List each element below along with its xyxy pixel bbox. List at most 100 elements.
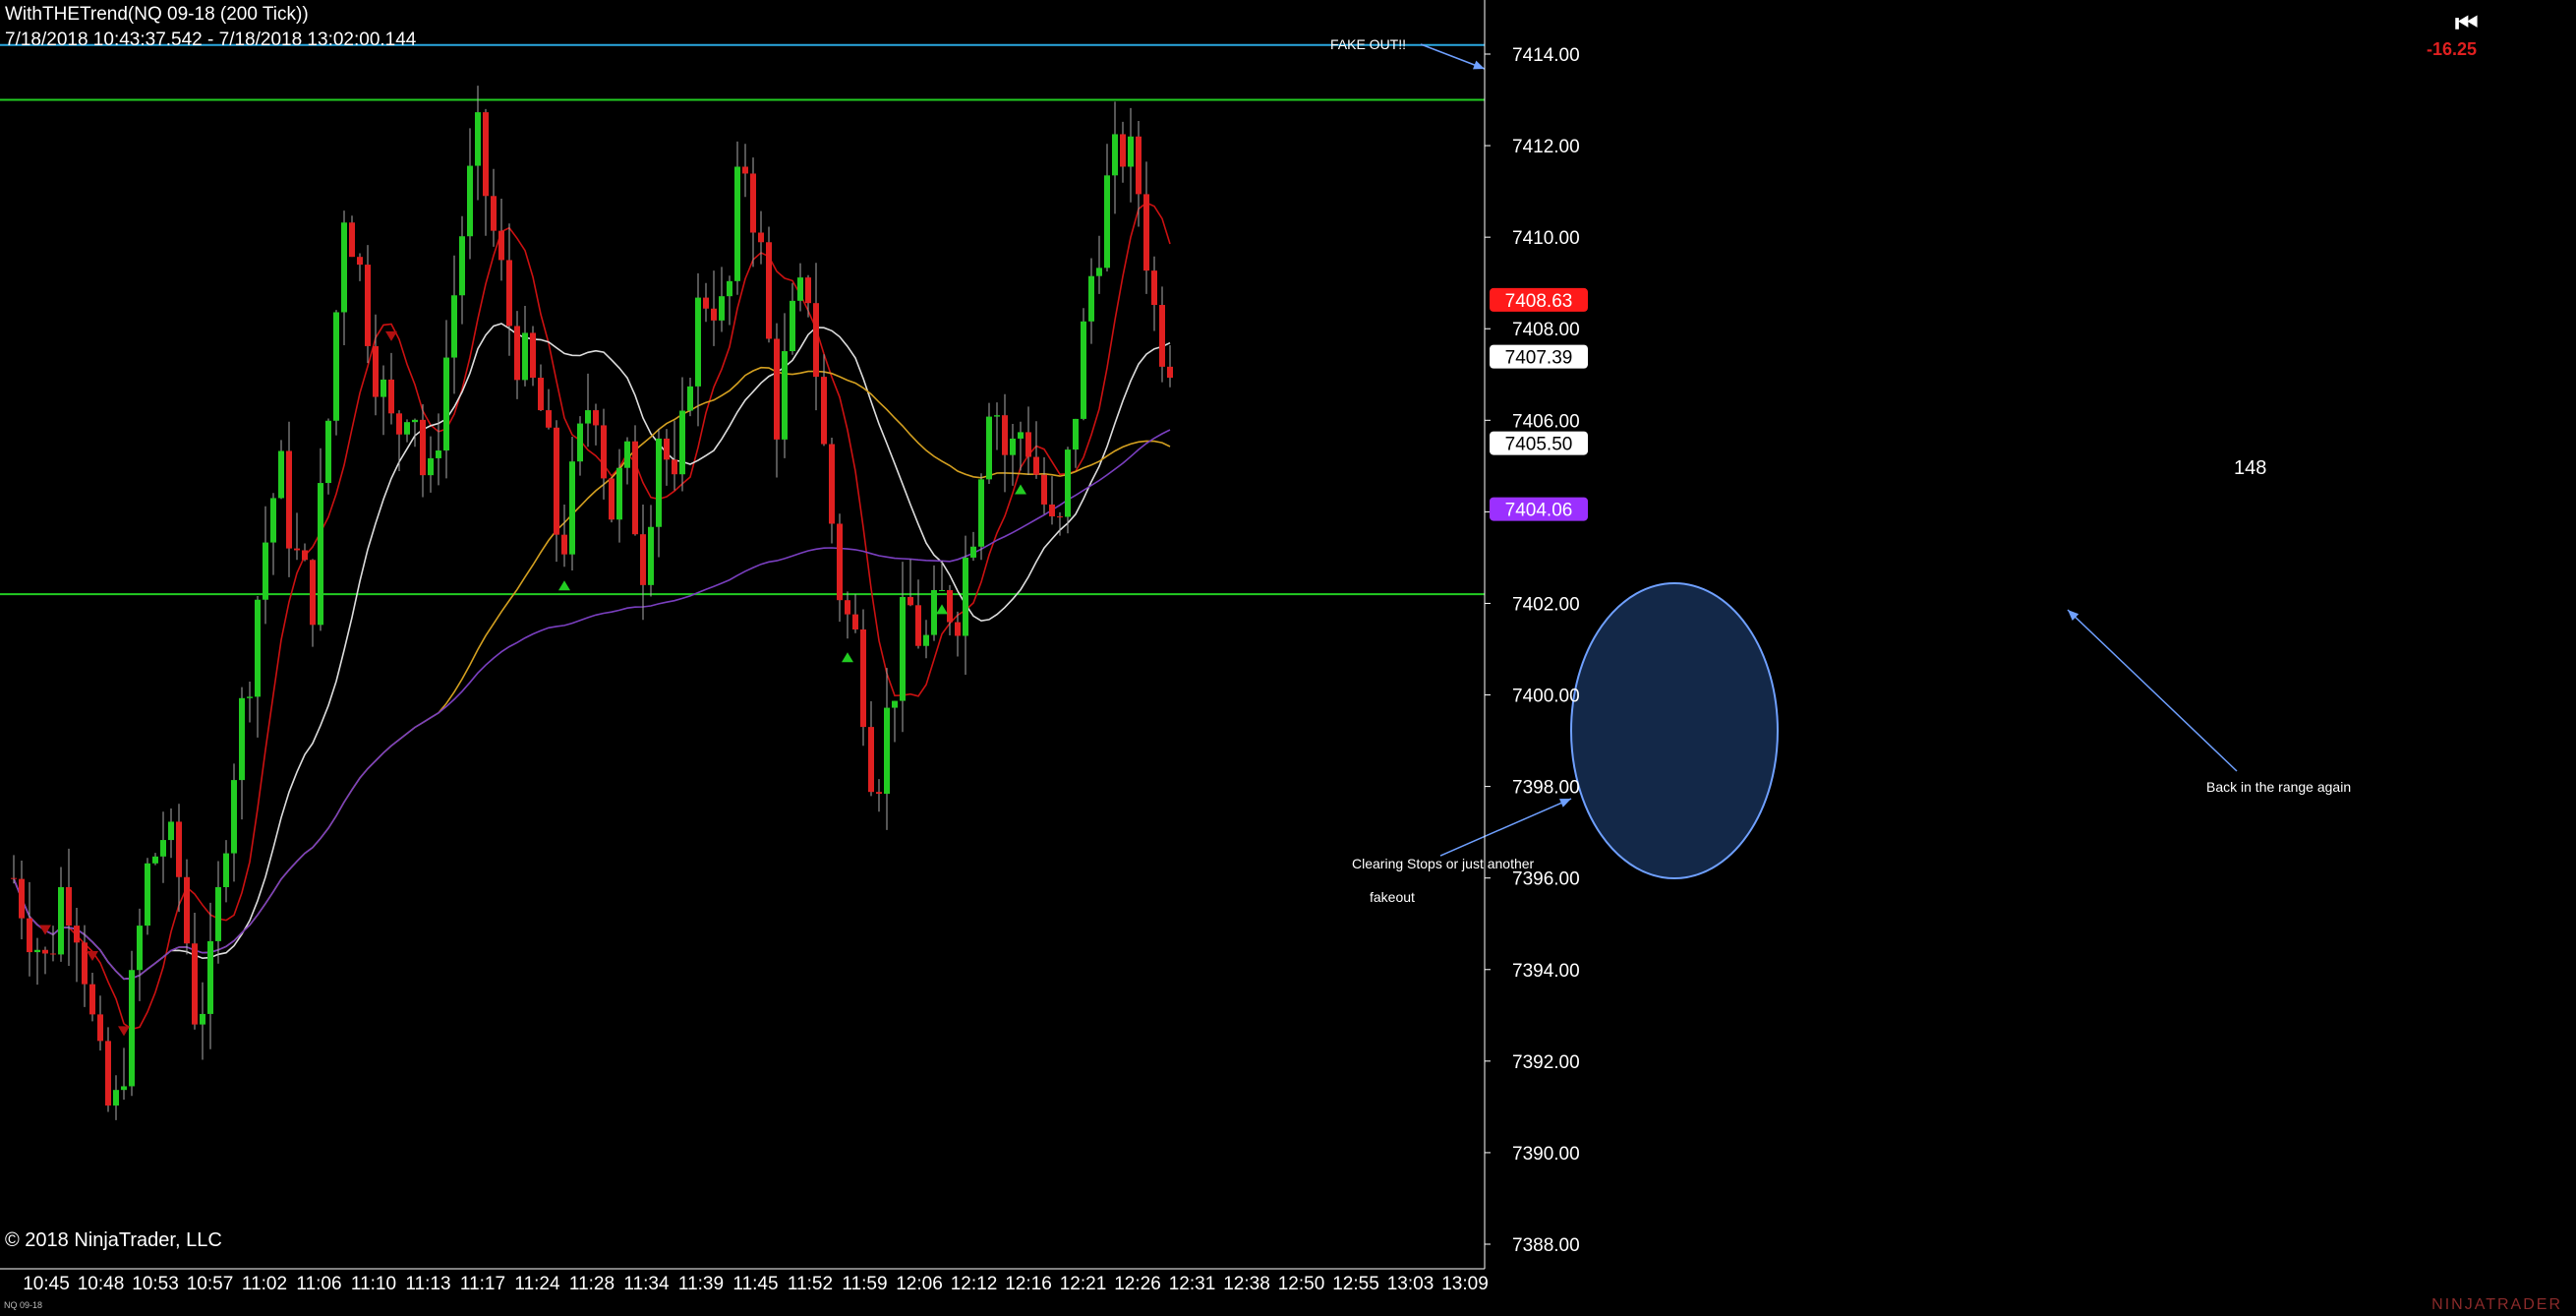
candle-body[interactable] (821, 377, 827, 445)
candle-body[interactable] (498, 230, 504, 261)
candle-body[interactable] (160, 840, 166, 857)
candle-body[interactable] (1033, 456, 1039, 475)
candle-body[interactable] (1041, 474, 1047, 505)
candle-body[interactable] (711, 308, 717, 321)
candle-body[interactable] (1128, 136, 1134, 167)
candle-body[interactable] (860, 628, 866, 728)
candle-body[interactable] (19, 878, 25, 919)
candle-body[interactable] (640, 534, 646, 585)
candle-body[interactable] (168, 821, 174, 841)
candle-body[interactable] (1096, 268, 1102, 276)
candle-body[interactable] (1088, 275, 1094, 322)
candle-body[interactable] (829, 444, 835, 524)
candle-body[interactable] (1104, 175, 1110, 269)
candle-body[interactable] (963, 557, 968, 636)
candle-body[interactable] (113, 1090, 119, 1106)
candle-body[interactable] (1081, 321, 1086, 419)
candle-body[interactable] (278, 450, 284, 499)
candle-body[interactable] (876, 792, 882, 795)
candle-body[interactable] (758, 232, 764, 243)
candle-body[interactable] (845, 600, 850, 615)
candle-body[interactable] (443, 357, 449, 451)
candle-body[interactable] (978, 479, 984, 547)
candle-body[interactable] (514, 326, 520, 381)
candle-body[interactable] (349, 222, 355, 258)
candle-body[interactable] (483, 112, 489, 197)
highlight-ellipse[interactable] (1570, 582, 1779, 879)
candle-body[interactable] (892, 700, 898, 708)
candle-body[interactable] (66, 887, 72, 927)
candle-body[interactable] (176, 821, 182, 877)
candle-body[interactable] (294, 548, 300, 551)
candle-body[interactable] (270, 498, 276, 543)
candle-body[interactable] (325, 420, 331, 484)
candle-body[interactable] (742, 166, 748, 174)
candle-body[interactable] (805, 277, 811, 304)
candle-body[interactable] (837, 523, 843, 601)
candle-body[interactable] (184, 876, 190, 944)
candle-body[interactable] (475, 112, 481, 166)
candle-body[interactable] (263, 542, 268, 600)
candle-body[interactable] (428, 457, 434, 476)
candle-body[interactable] (341, 222, 347, 313)
candle-body[interactable] (632, 441, 638, 535)
candle-body[interactable] (790, 300, 795, 352)
candle-body[interactable] (915, 605, 921, 646)
candle-body[interactable] (11, 877, 17, 879)
candle-body[interactable] (357, 257, 363, 266)
candle-body[interactable] (1120, 134, 1126, 167)
candle-body[interactable] (1143, 194, 1149, 271)
candle-body[interactable] (404, 422, 410, 435)
candle-body[interactable] (868, 727, 874, 793)
candle-body[interactable] (939, 589, 945, 591)
candle-body[interactable] (436, 450, 441, 458)
candle-body[interactable] (1002, 415, 1008, 455)
candle-body[interactable] (215, 887, 221, 941)
candle-body[interactable] (727, 280, 732, 297)
candle-body[interactable] (223, 853, 229, 887)
annotation-arrow[interactable] (2067, 609, 2238, 772)
candle-body[interactable] (310, 560, 316, 626)
candle-body[interactable] (970, 546, 976, 558)
candle-body[interactable] (664, 438, 670, 460)
candle-body[interactable] (561, 534, 567, 555)
candle-body[interactable] (231, 780, 237, 854)
candle-body[interactable] (200, 1013, 205, 1025)
candle-body[interactable] (955, 622, 961, 636)
candle-body[interactable] (27, 918, 32, 953)
candle-body[interactable] (900, 596, 906, 701)
candle-body[interactable] (931, 589, 937, 635)
candle-body[interactable] (451, 295, 457, 358)
candle-body[interactable] (679, 410, 685, 475)
candle-body[interactable] (624, 441, 630, 468)
candle-body[interactable] (813, 303, 819, 378)
candle-body[interactable] (774, 338, 780, 440)
candle-body[interactable] (1025, 432, 1031, 457)
candle-body[interactable] (1018, 432, 1024, 439)
candle-body[interactable] (766, 242, 772, 339)
candle-body[interactable] (459, 236, 465, 296)
candle-body[interactable] (884, 707, 890, 795)
candle-body[interactable] (82, 942, 88, 985)
candle-body[interactable] (286, 450, 292, 549)
candle-body[interactable] (734, 166, 740, 281)
candle-body[interactable] (530, 332, 536, 379)
candle-body[interactable] (947, 589, 953, 623)
candle-body[interactable] (381, 379, 386, 397)
candle-body[interactable] (145, 863, 150, 927)
candle-body[interactable] (1167, 366, 1173, 379)
candle-body[interactable] (373, 345, 379, 397)
candle-body[interactable] (852, 614, 858, 629)
candle-body[interactable] (89, 984, 95, 1015)
annotation-text[interactable]: FAKE OUT!! (1330, 36, 1406, 52)
candle-body[interactable] (255, 599, 261, 697)
candle-body[interactable] (797, 277, 803, 301)
candle-body[interactable] (672, 459, 677, 475)
candle-body[interactable] (1010, 438, 1016, 455)
candle-body[interactable] (365, 265, 371, 346)
candle-body[interactable] (491, 196, 497, 231)
candle-body[interactable] (302, 550, 308, 561)
candle-body[interactable] (74, 926, 80, 943)
candle-body[interactable] (152, 856, 158, 864)
candle-body[interactable] (1073, 418, 1079, 450)
